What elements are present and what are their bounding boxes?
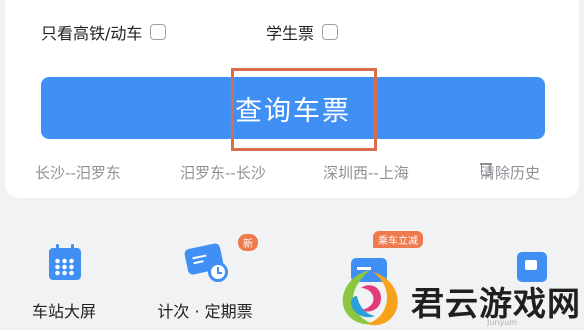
new-badge: 新: [238, 234, 258, 251]
shortcut-label: 计次 · 定期票: [157, 302, 253, 321]
site-watermark: 君云游戏网 Junyum: [335, 263, 584, 330]
shortcut-periodic-ticket[interactable]: 新 计次 · 定期票: [150, 228, 260, 322]
search-history: 长沙--汨罗东 汨罗东--长沙 深圳西--上海 清除历史: [5, 162, 579, 184]
watermark-subtitle: Junyum: [487, 318, 518, 327]
discount-badge: 乘车立减: [373, 231, 423, 248]
shortcut-station-screen[interactable]: 车站大屏: [9, 228, 119, 322]
highlight-annotation-box: [231, 68, 377, 151]
gaotie-only-label: 只看高铁/动车: [41, 24, 143, 43]
clock-icon: [208, 262, 228, 282]
shortcut-label: 车站大屏: [31, 302, 96, 321]
clear-history-label: 清除历史: [480, 164, 541, 182]
filter-options: 只看高铁/动车 学生票: [5, 20, 579, 46]
watermark-logo-icon: [342, 270, 398, 326]
history-item[interactable]: 汨罗东--长沙: [180, 162, 266, 183]
history-item[interactable]: 深圳西--上海: [323, 162, 409, 183]
student-ticket-option[interactable]: 学生票: [266, 20, 339, 44]
gaotie-only-option[interactable]: 只看高铁/动车: [41, 20, 167, 44]
history-item[interactable]: 长沙--汨罗东: [35, 162, 121, 183]
calendar-icon: [49, 244, 81, 280]
student-ticket-checkbox[interactable]: [322, 24, 339, 40]
student-ticket-label: 学生票: [266, 24, 315, 43]
gaotie-only-checkbox[interactable]: [150, 24, 167, 40]
search-card: 只看高铁/动车 学生票 查询车票 长沙--汨罗东 汨罗东--长沙 深圳西--上海…: [5, 0, 579, 198]
